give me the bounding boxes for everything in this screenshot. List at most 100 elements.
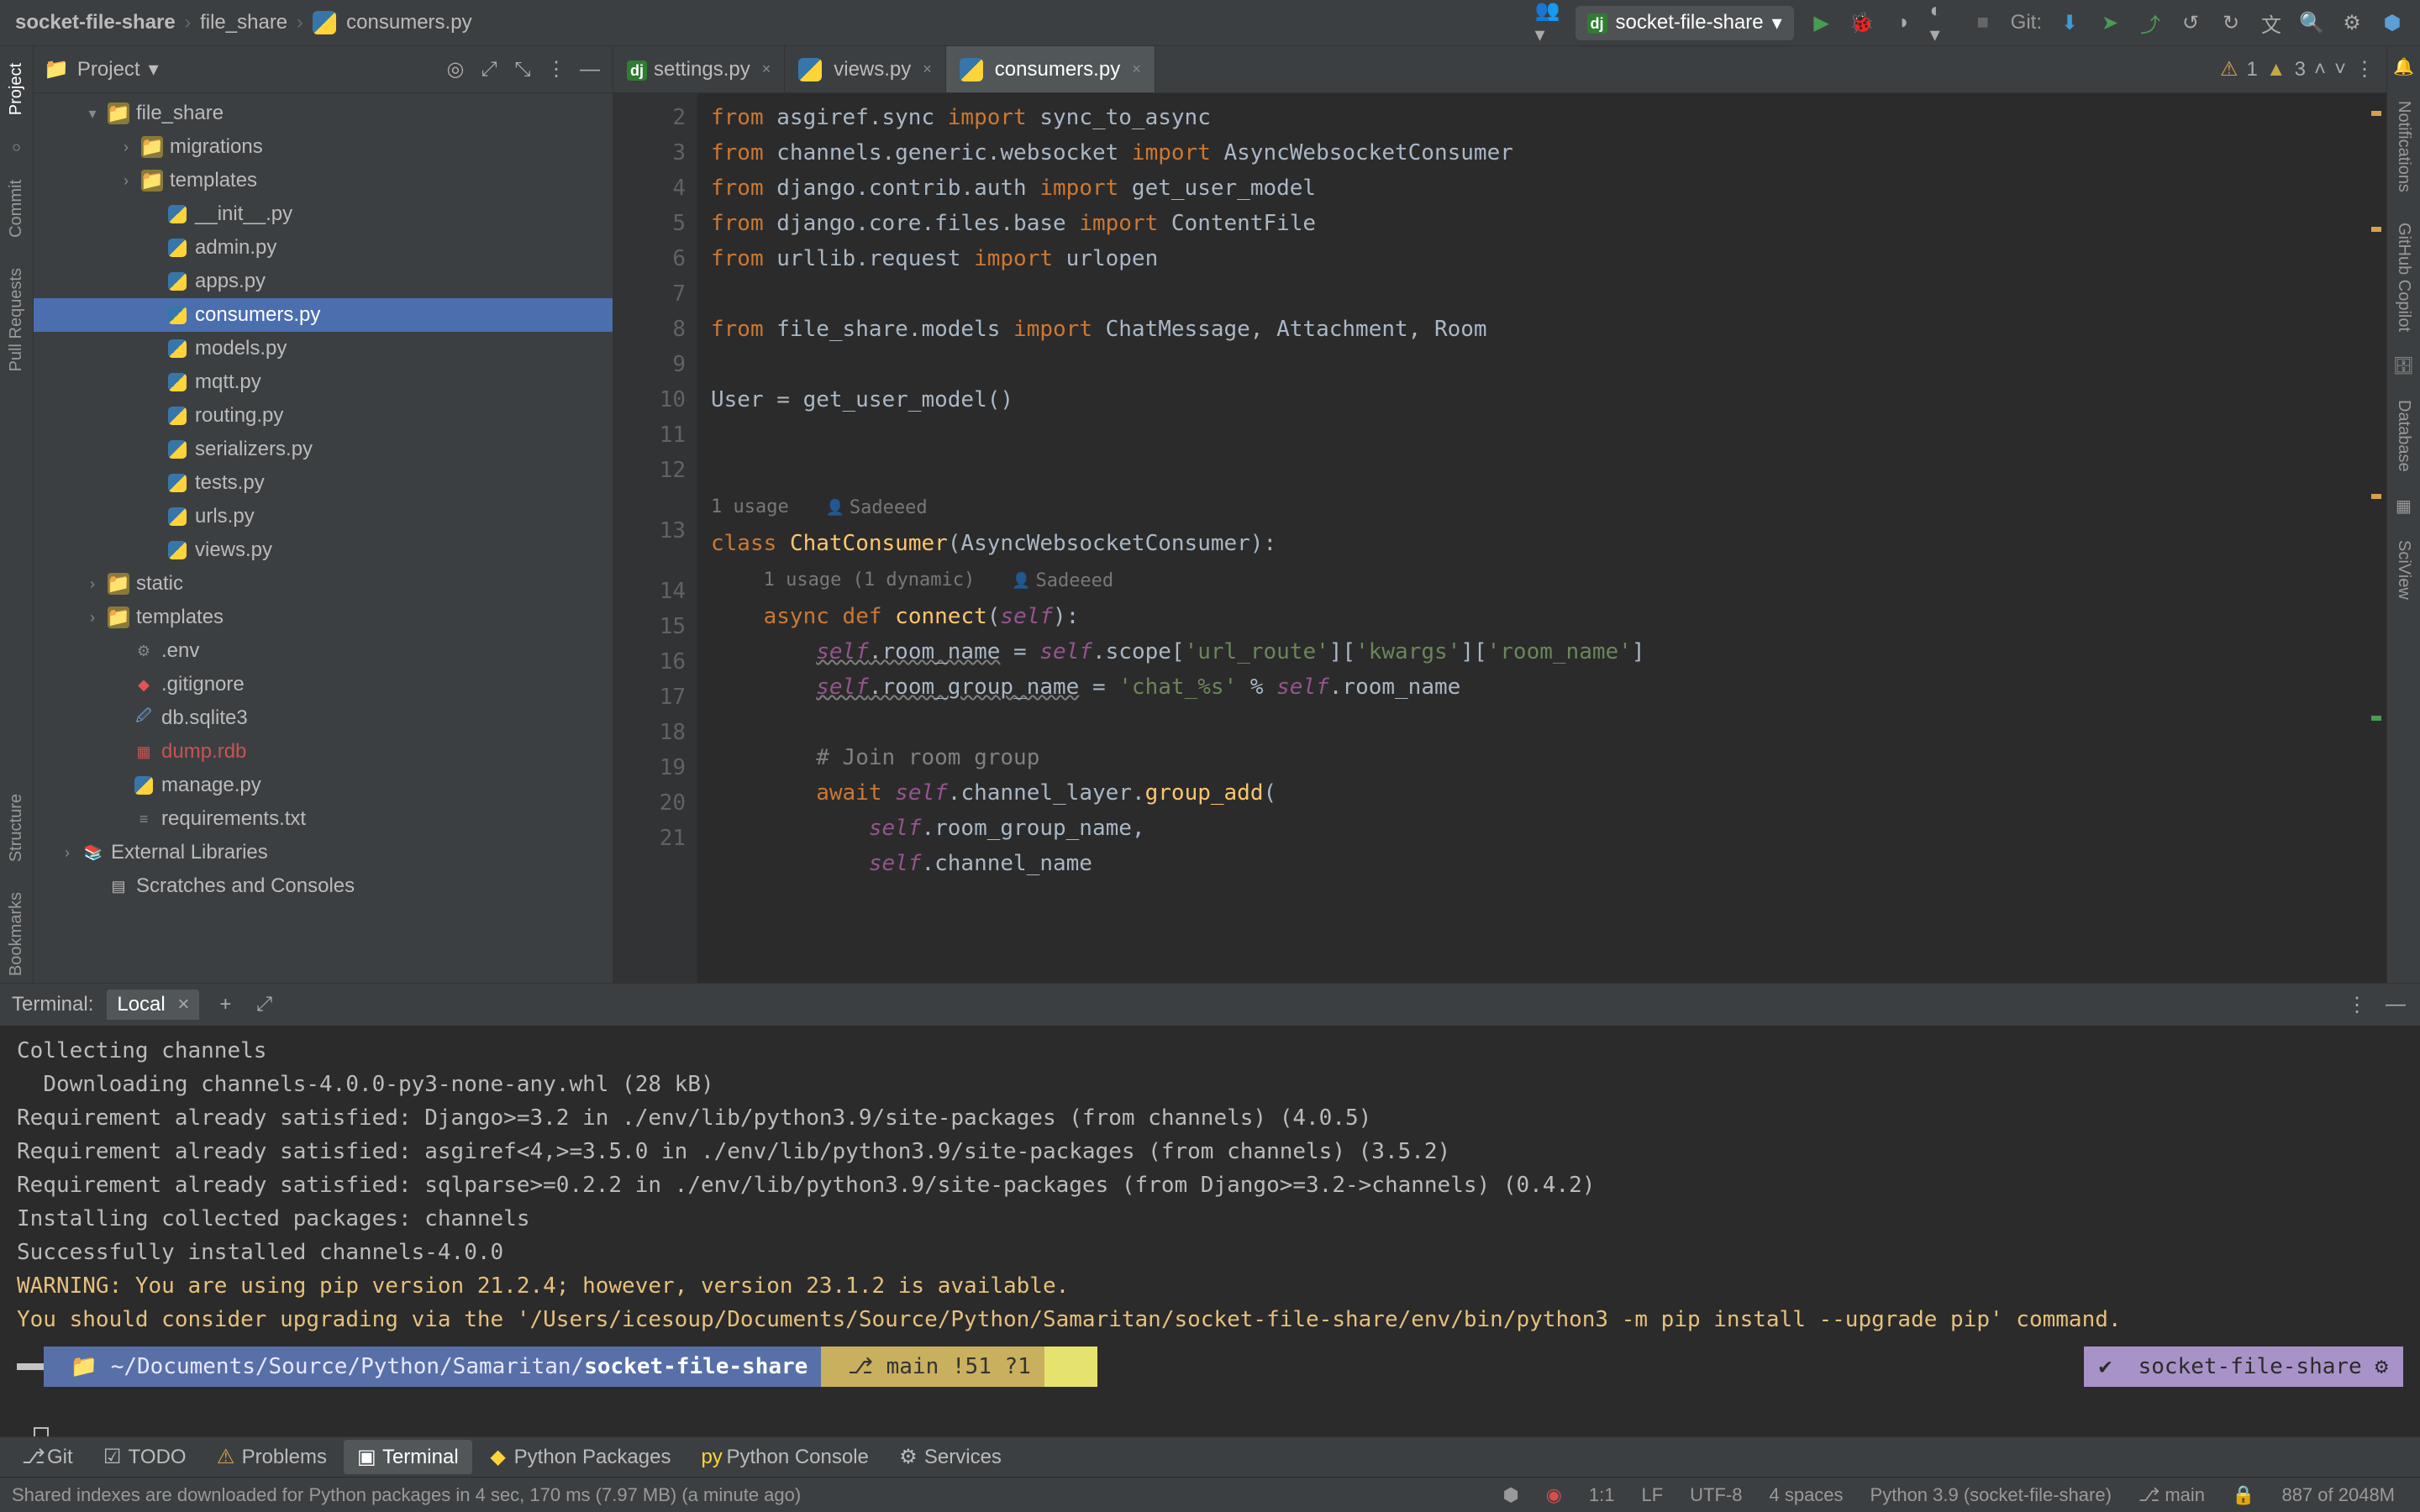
copilot-icon[interactable]: ⬢ xyxy=(2380,10,2405,35)
tree-file-admin[interactable]: admin.py xyxy=(34,231,613,265)
tool-problems[interactable]: ⚠Problems xyxy=(203,1440,340,1474)
inspection-widget[interactable]: ⚠1 ▲3 ˄ ˅ ⋮ xyxy=(2220,46,2386,92)
code-editor[interactable]: from asgiref.sync import sync_to_async f… xyxy=(697,93,2386,983)
git-commit-button[interactable]: ➤ xyxy=(2097,10,2123,35)
rollback-button[interactable]: ↻ xyxy=(2218,10,2244,35)
tree-file-urls[interactable]: urls.py xyxy=(34,500,613,533)
indent-setting[interactable]: 4 spaces xyxy=(1755,1484,1856,1506)
tree-file-sqlite[interactable]: db.sqlite3 xyxy=(34,701,613,735)
interpreter[interactable]: Python 3.9 (socket-file-share) xyxy=(1857,1484,2125,1506)
close-icon[interactable]: × xyxy=(1127,60,1141,78)
run-button[interactable]: ▶ xyxy=(1809,10,1834,35)
tree-file-manage[interactable]: manage.py xyxy=(34,769,613,802)
more-icon[interactable]: ⋮ xyxy=(2354,57,2375,81)
tool-terminal[interactable]: ▣Terminal xyxy=(344,1440,472,1474)
tool-project[interactable]: Project xyxy=(7,56,26,122)
breadcrumb[interactable]: socket-file-share › file_share › consume… xyxy=(15,11,472,35)
tool-services[interactable]: ⚙Services xyxy=(886,1440,1015,1474)
tree-file-init[interactable]: __init__.py xyxy=(34,197,613,231)
memory-indicator[interactable]: 887 of 2048M xyxy=(2268,1484,2408,1506)
tool-bookmarks[interactable]: Bookmarks xyxy=(7,885,26,983)
database-icon[interactable]: 🗄 xyxy=(2393,355,2414,376)
usage-hint[interactable]: 1 usage Sadeeed xyxy=(711,496,928,517)
tree-scratches[interactable]: ▤Scratches and Consoles xyxy=(34,869,613,903)
breadcrumb-root[interactable]: socket-file-share xyxy=(15,11,176,34)
usage-hint[interactable]: 1 usage (1 dynamic) Sadeeed xyxy=(764,570,1114,591)
target-icon[interactable]: ◎ xyxy=(443,57,468,82)
project-tree[interactable]: ▾ file_share › migrations › templates __… xyxy=(34,93,613,983)
translate-icon[interactable]: 文 xyxy=(2259,10,2284,35)
caret-position[interactable]: 1:1 xyxy=(1576,1484,1628,1506)
tree-file-serializers[interactable]: serializers.py xyxy=(34,433,613,466)
minimize-icon[interactable]: — xyxy=(2383,992,2408,1017)
tree-file-mqtt[interactable]: mqtt.py xyxy=(34,365,613,399)
terminal-prompt[interactable]: 📁 ~/Documents/Source/Python/Samaritan/so… xyxy=(17,1347,2403,1387)
close-icon[interactable]: × xyxy=(171,993,189,1016)
line-gutter[interactable]: 23456 7891011 12131415 16171819 2021 xyxy=(613,93,697,983)
tree-folder-file-share[interactable]: ▾ file_share xyxy=(34,97,613,130)
next-highlight-icon[interactable]: ˅ xyxy=(2334,58,2346,81)
more-icon[interactable]: ⋮ xyxy=(544,57,569,82)
terminal-output[interactable]: Collecting channels Downloading channels… xyxy=(0,1026,2420,1436)
tree-folder-templates[interactable]: › templates xyxy=(34,164,613,197)
search-button[interactable]: 🔍 xyxy=(2299,10,2324,35)
more-icon[interactable]: ⋮ xyxy=(2344,992,2370,1017)
tab-consumers[interactable]: consumers.py × xyxy=(946,46,1155,92)
debug-button[interactable]: 🐞 xyxy=(1849,10,1875,35)
tool-pull-requests[interactable]: Pull Requests xyxy=(7,261,26,378)
tool-notifications[interactable]: Notifications xyxy=(2394,94,2413,199)
tool-python-console[interactable]: pyPython Console xyxy=(687,1441,881,1474)
collapse-icon[interactable]: ⤡ xyxy=(510,57,535,82)
expand-icon[interactable]: ⤢ xyxy=(476,57,502,82)
git-push-button[interactable]: ⤴ xyxy=(2138,10,2163,35)
tool-python-packages[interactable]: ◆Python Packages xyxy=(476,1440,685,1474)
tree-file-requirements[interactable]: requirements.txt xyxy=(34,802,613,836)
tool-structure[interactable]: Structure xyxy=(7,787,26,869)
tree-file-consumers[interactable]: consumers.py xyxy=(34,298,613,332)
tree-folder-static[interactable]: ›static xyxy=(34,567,613,601)
run-config-selector[interactable]: socket-file-share ▾ xyxy=(1576,6,1794,40)
tab-views[interactable]: views.py × xyxy=(785,46,946,92)
tree-folder-templates-top[interactable]: ›templates xyxy=(34,601,613,634)
codewithme-icon[interactable]: ◉ xyxy=(1533,1484,1576,1506)
history-button[interactable]: ↺ xyxy=(2178,10,2203,35)
tool-git[interactable]: ⎇Git xyxy=(8,1440,87,1474)
maximize-icon[interactable]: ⤢ xyxy=(251,992,276,1017)
tree-file-apps[interactable]: apps.py xyxy=(34,265,613,298)
profile-button[interactable]: ◐ ▾ xyxy=(1930,10,1955,35)
line-separator[interactable]: LF xyxy=(1628,1484,1676,1506)
minimize-icon[interactable]: — xyxy=(577,57,602,82)
stop-button[interactable]: ■ xyxy=(1970,10,1996,35)
error-stripe[interactable] xyxy=(2365,93,2381,983)
tree-file-gitignore[interactable]: .gitignore xyxy=(34,668,613,701)
tree-file-models[interactable]: models.py xyxy=(34,332,613,365)
tree-file-views[interactable]: views.py xyxy=(34,533,613,567)
terminal-tab-local[interactable]: Local × xyxy=(107,990,199,1020)
tool-copilot[interactable]: GitHub Copilot xyxy=(2394,216,2413,339)
copilot-status-icon[interactable]: ⬢ xyxy=(1489,1484,1532,1506)
tree-file-env[interactable]: .env xyxy=(34,634,613,668)
file-encoding[interactable]: UTF-8 xyxy=(1676,1484,1755,1506)
close-icon[interactable]: × xyxy=(918,60,932,78)
tool-database[interactable]: Database xyxy=(2394,393,2413,479)
add-terminal-button[interactable]: + xyxy=(213,992,238,1017)
chevron-down-icon[interactable]: ▾ xyxy=(149,57,159,81)
settings-button[interactable]: ⚙ xyxy=(2339,10,2365,35)
commit-icon[interactable]: ○ xyxy=(12,139,21,156)
bell-icon[interactable]: 🔔 xyxy=(2393,56,2414,77)
git-pull-button[interactable]: ⬇ xyxy=(2057,10,2082,35)
sciview-icon[interactable]: ▦ xyxy=(2396,496,2412,517)
users-icon[interactable]: 👥 ▾ xyxy=(1535,10,1560,35)
tree-file-routing[interactable]: routing.py xyxy=(34,399,613,433)
tool-sciview[interactable]: SciView xyxy=(2394,533,2413,606)
prev-highlight-icon[interactable]: ˄ xyxy=(2314,58,2326,81)
breadcrumb-folder[interactable]: file_share xyxy=(200,11,287,34)
tree-external-libs[interactable]: ›External Libraries xyxy=(34,836,613,869)
lock-icon[interactable]: 🔒 xyxy=(2218,1484,2268,1506)
tool-commit[interactable]: Commit xyxy=(7,173,26,244)
breadcrumb-file[interactable]: consumers.py xyxy=(346,11,471,34)
coverage-button[interactable]: ◑ xyxy=(1890,10,1915,35)
tree-file-dump[interactable]: dump.rdb xyxy=(34,735,613,769)
git-branch[interactable]: ⎇ main xyxy=(2125,1484,2218,1506)
close-icon[interactable]: × xyxy=(757,60,771,78)
